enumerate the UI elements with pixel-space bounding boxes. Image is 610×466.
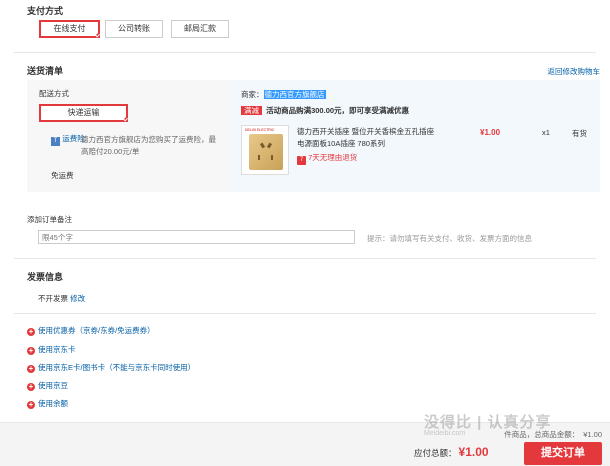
order-items-panel: 商家：德力西官方旗舰店 满减 活动商品购满300.00元，即可享受满减优惠 DE… [229, 80, 600, 192]
shipping-panel: 配送方式 快递运输 T 运费险 德力西官方旗舰店为您购买了运费险，最高赔付20.… [27, 80, 229, 192]
free-shipping-text: 免运费 [51, 171, 74, 180]
product-price: ¥1.00 [480, 128, 501, 137]
payment-postal-button[interactable]: 邮局汇款 [171, 20, 229, 38]
plus-icon: + [27, 327, 35, 336]
plus-icon: + [27, 382, 35, 391]
items-total-value: ¥1.00 [583, 430, 602, 439]
payment-title: 支付方式 [27, 6, 64, 16]
invoice-edit-link[interactable]: 修改 [70, 294, 85, 303]
use-jd-card-link[interactable]: + 使用京东卡 [27, 344, 76, 356]
product-quantity: x1 [542, 128, 550, 137]
return-policy-icon: 7 [297, 156, 306, 165]
product-name[interactable]: 德力西开关插座 暨位开关香槟金五孔插座电源面板10A插座 780系列 [297, 126, 439, 150]
payment-transfer-button[interactable]: 公司转账 [105, 20, 163, 38]
shipping-method-title: 配送方式 [39, 89, 69, 98]
express-shipping-label: 快递运输 [67, 108, 100, 117]
back-to-cart-link[interactable]: 返回修改购物车 [548, 66, 601, 77]
items-total-row: 件商品，总商品金额： ¥1.00 [504, 429, 602, 440]
summary-bar: 件商品，总商品金额： ¥1.00 应付总额： ¥1.00 提交订单 [0, 422, 610, 466]
seller-row: 商家：德力西官方旗舰店 [241, 89, 326, 100]
use-ecard-link[interactable]: + 使用京东E卡/图书卡（不能与京东卡同时使用） [27, 362, 195, 374]
product-thumbnail[interactable]: DELIXI ELECTRIC [241, 125, 289, 175]
selected-check-icon [93, 31, 100, 38]
return-policy-text: 7天无理由退货 [308, 153, 358, 162]
promo-row: 满减 活动商品购满300.00元，即可享受满减优惠 [241, 105, 409, 116]
section-divider [14, 313, 596, 314]
submit-order-button[interactable]: 提交订单 [524, 442, 602, 465]
seller-name[interactable]: 德力西官方旗舰店 [263, 90, 326, 99]
payment-online-button[interactable]: 在线支付 [39, 20, 100, 38]
socket-image [249, 134, 283, 170]
insurance-icon: T [51, 137, 60, 146]
express-shipping-button[interactable]: 快递运输 [39, 104, 128, 122]
payment-online-label: 在线支付 [53, 24, 86, 33]
grand-total-row: 应付总额： ¥1.00 [414, 445, 489, 459]
plus-icon: + [27, 364, 35, 373]
invoice-row: 不开发票 修改 [38, 293, 85, 304]
use-balance-link[interactable]: + 使用余额 [27, 398, 68, 410]
section-divider [14, 52, 596, 53]
selected-check-icon [121, 115, 128, 122]
remark-hint: 提示：请勿填写有关支付、收货、发票方面的信息 [367, 234, 532, 243]
grand-total-label: 应付总额： [414, 448, 457, 458]
plus-icon: + [27, 346, 35, 355]
plus-icon: + [27, 400, 35, 409]
brand-logo-text: DELIXI ELECTRIC [245, 128, 275, 132]
use-jd-beans-link[interactable]: + 使用京豆 [27, 380, 68, 392]
invoice-value: 不开发票 [38, 294, 68, 303]
seller-label: 商家： [241, 90, 264, 99]
remark-input[interactable] [38, 230, 355, 244]
items-total-label: 件商品，总商品金额： [504, 430, 580, 439]
insurance-text: 德力西官方旗舰店为您购买了运费险，最高赔付20.00元/单 [81, 135, 216, 156]
return-policy-row: 7 7天无理由退货 [297, 152, 357, 165]
product-stock: 有货 [572, 129, 587, 138]
delivery-title: 送货清单 [27, 66, 64, 76]
section-divider [14, 258, 596, 259]
use-coupon-link[interactable]: + 使用优惠券（京券/东券/免运费券） [27, 325, 155, 337]
grand-total-value: ¥1.00 [458, 445, 489, 459]
remark-label: 添加订单备注 [27, 215, 72, 224]
invoice-title: 发票信息 [27, 272, 64, 282]
promo-badge: 满减 [241, 106, 262, 115]
promo-text: 活动商品购满300.00元，即可享受满减优惠 [266, 106, 410, 115]
